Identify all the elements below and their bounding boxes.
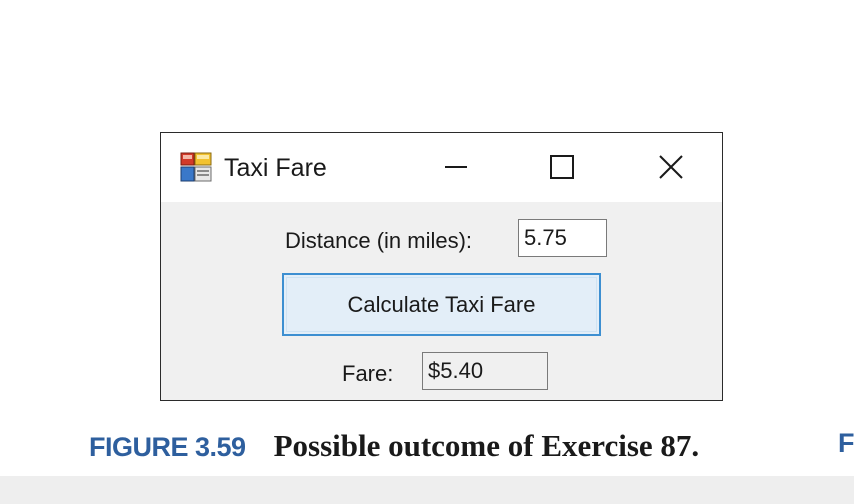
taxi-fare-window: Taxi Fare Distance (in miles): Calculate… [160, 132, 723, 401]
fare-label: Fare: [342, 361, 394, 386]
calculate-button-label: Calculate Taxi Fare [286, 277, 597, 332]
maximize-icon [550, 155, 574, 179]
close-button[interactable] [647, 147, 695, 187]
figure-text: Possible outcome of Exercise 87. [273, 428, 700, 463]
calculate-taxi-fare-button[interactable]: Calculate Taxi Fare [282, 273, 601, 336]
fare-output: $5.40 [422, 352, 548, 390]
window-title: Taxi Fare [224, 154, 327, 182]
title-bar[interactable]: Taxi Fare [161, 133, 722, 202]
next-caption-fragment: F [838, 428, 854, 458]
minimize-icon [445, 166, 467, 168]
close-icon [659, 155, 683, 179]
page-bottom-strip [0, 476, 854, 504]
figure-caption: FIGURE 3.59 Possible outcome of Exercise … [89, 428, 699, 464]
app-icon [180, 152, 212, 182]
distance-input[interactable] [518, 219, 607, 257]
figure-number: FIGURE 3.59 [89, 432, 246, 462]
minimize-button[interactable] [432, 147, 480, 187]
maximize-button[interactable] [538, 147, 586, 187]
distance-label: Distance (in miles): [285, 228, 473, 253]
